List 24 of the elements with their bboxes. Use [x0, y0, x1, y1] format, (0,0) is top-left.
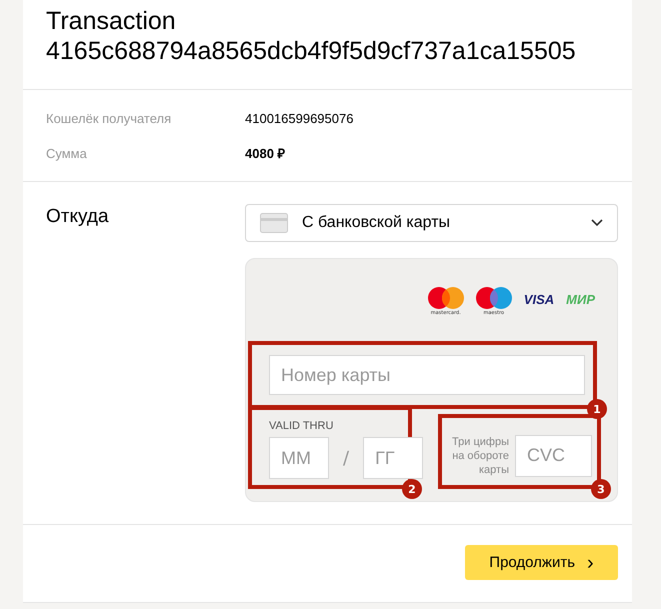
- card-icon: [260, 213, 288, 233]
- cvc-hint: Три цифры на обороте карты: [451, 434, 509, 476]
- detail-label: Сумма: [46, 145, 88, 163]
- cvc-field[interactable]: CVC: [515, 434, 592, 476]
- maestro-logo-icon: [476, 287, 512, 309]
- visa-logo: VISA: [524, 292, 554, 307]
- date-separator: /: [343, 448, 350, 468]
- page-title: Transaction 4165c688794a8565dcb4f9f5d9cf737a1ca15505: [46, 6, 577, 66]
- source-select[interactable]: С банковской карты: [245, 204, 618, 242]
- number-badge: 2: [402, 479, 422, 499]
- year-field[interactable]: ГГ: [363, 437, 424, 479]
- detail-value: 4080 ₽: [245, 145, 287, 163]
- source-label: Откуда: [46, 205, 110, 229]
- continue-button[interactable]: Продолжить ›: [465, 545, 618, 580]
- chevron-right-icon: ›: [587, 552, 594, 572]
- detail-value: 410016599695076: [245, 110, 354, 128]
- valid-thru-label: VALID THRU: [269, 420, 334, 432]
- chevron-down-icon: [591, 219, 603, 227]
- card-number-field[interactable]: Номер карты: [269, 355, 585, 395]
- mastercard-logo-icon: [428, 287, 464, 309]
- detail-label: Кошелёк получателя: [46, 110, 172, 128]
- month-field[interactable]: ММ: [269, 437, 329, 479]
- number-badge: 3: [591, 479, 611, 499]
- mir-logo: МИР: [566, 292, 595, 307]
